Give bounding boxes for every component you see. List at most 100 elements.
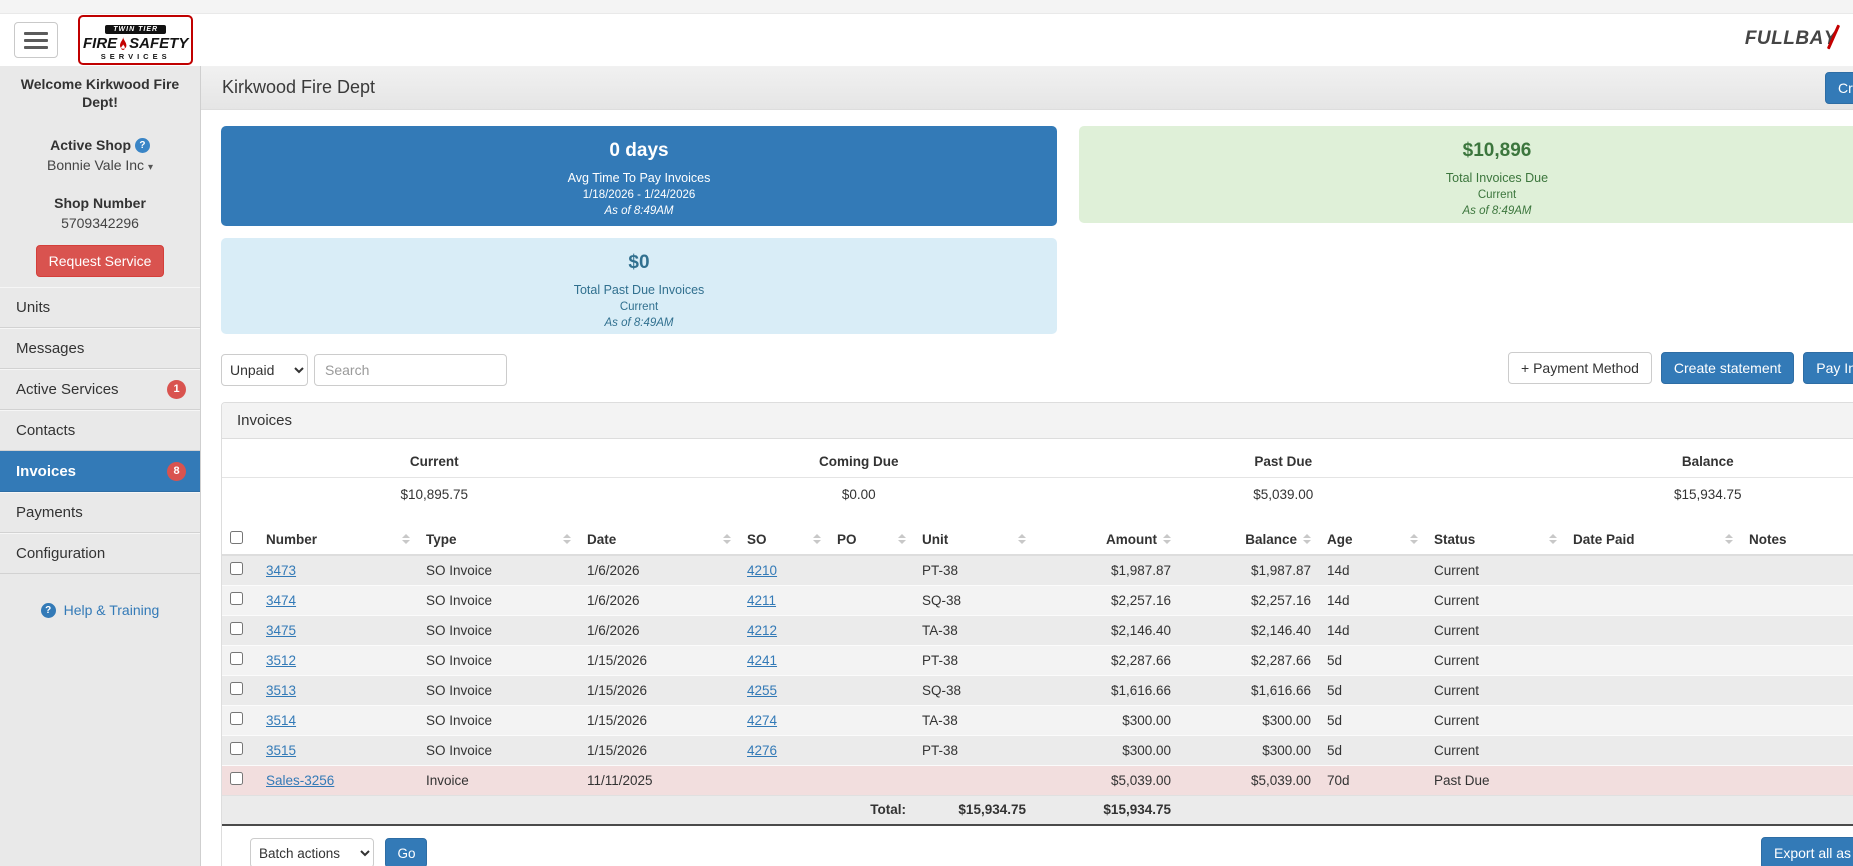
active-shop-help-icon[interactable]: ? [134,138,150,153]
summary-col-coming-due: Coming Due [646,445,1071,478]
stat-cards: 0 days Avg Time To Pay Invoices 1/18/202… [221,126,1853,334]
welcome-message: Welcome Kirkwood Fire Dept! [20,76,180,110]
sidebar-item-payments[interactable]: Payments [0,492,200,533]
invoice-number-cell: 3473 [258,555,418,585]
service-order-link[interactable]: 4241 [747,653,777,668]
search-input[interactable] [314,353,507,386]
active-shop-selector[interactable]: Bonnie Vale Inc ▾ [0,157,200,173]
column-header-date[interactable]: Date [579,524,739,556]
summary-past-due-value: $5,039.00 [1253,487,1314,502]
invoice-date-cell: 1/15/2026 [579,675,739,705]
active-shop-label: Active Shop ? [0,137,200,153]
app-header: TWIN TIER FIRE SAFETY SERVICES FULLBAY [0,14,1853,66]
column-header-type[interactable]: Type [418,524,579,556]
row-select-cell [222,735,258,765]
sidebar-item-active-services[interactable]: Active Services 1 [0,369,200,410]
total-empty-cell [222,794,258,826]
export-all-button-clipped[interactable]: Export all as . [1761,837,1853,866]
row-checkbox[interactable] [230,742,243,755]
total-status-cell [1319,794,1426,826]
sidebar-item-contacts[interactable]: Contacts [0,410,200,451]
row-checkbox[interactable] [230,652,243,665]
go-button[interactable]: Go [385,838,428,866]
column-header-notes[interactable]: Notes [1741,524,1853,556]
row-select-cell [222,585,258,615]
row-select-cell [222,765,258,795]
pay-invoices-button-clipped[interactable]: Pay Inv [1803,352,1853,384]
invoice-status-select[interactable]: Unpaid [221,353,308,386]
invoice-number-link[interactable]: Sales-3256 [266,773,334,788]
invoices-panel-title: Invoices [222,403,1853,439]
notes-cell [1741,645,1853,675]
select-all-checkbox[interactable] [230,531,243,544]
date-paid-cell [1565,675,1741,705]
filter-row: Unpaid + Payment Method Create statement… [221,352,1853,387]
date-paid-cell [1565,645,1741,675]
row-checkbox[interactable] [230,712,243,725]
column-header-status[interactable]: Status [1426,524,1565,556]
help-training-link[interactable]: ? Help & Training [0,602,200,618]
service-order-link[interactable]: 4274 [747,713,777,728]
total-amount-cell: $15,934.75 [914,794,1034,826]
create-button-clipped[interactable]: Cr [1825,72,1853,104]
row-checkbox[interactable] [230,592,243,605]
column-header-date-paid[interactable]: Date Paid [1565,524,1741,556]
request-service-button[interactable]: Request Service [36,245,164,277]
sidebar-item-messages[interactable]: Messages [0,328,200,369]
column-header-balance[interactable]: Balance [1179,524,1319,556]
total-empty-cell [418,794,579,826]
total-empty-cell [258,794,418,826]
brand-line1: TWIN TIER [105,25,167,34]
invoice-number-link[interactable]: 3515 [266,743,296,758]
help-icon: ? [40,603,56,618]
invoice-number-link[interactable]: 3514 [266,713,296,728]
invoice-row-3474: 3474 SO Invoice 1/6/2026 4211 SQ-38 $2,257.16… [222,585,1853,615]
age-cell: 14d [1319,615,1426,645]
status-cell: Current [1426,585,1565,615]
invoice-row-3512: 3512 SO Invoice 1/15/2026 4241 PT-38 $2,287.6… [222,645,1853,675]
sort-icon [892,534,906,544]
create-statement-button[interactable]: Create statement [1660,352,1795,384]
sidebar-item-configuration[interactable]: Configuration [0,533,200,574]
status-cell: Current [1426,615,1565,645]
service-order-link[interactable]: 4212 [747,623,777,638]
sidebar-item-invoices[interactable]: Invoices 8 [0,451,200,492]
service-order-cell: 4276 [739,735,829,765]
column-header-amount[interactable]: Amount [1034,524,1179,556]
service-order-link[interactable]: 4211 [747,593,776,608]
sidebar-item-units[interactable]: Units [0,287,200,328]
column-header-po[interactable]: PO [829,524,914,556]
invoice-number-link[interactable]: 3512 [266,653,296,668]
hamburger-menu-button[interactable] [14,22,58,58]
invoice-type-cell: SO Invoice [418,705,579,735]
row-checkbox[interactable] [230,682,243,695]
column-header-age[interactable]: Age [1319,524,1426,556]
column-header-so[interactable]: SO [739,524,829,556]
service-order-link[interactable]: 4255 [747,683,777,698]
add-payment-method-button[interactable]: + Payment Method [1508,352,1652,384]
invoice-number-link[interactable]: 3475 [266,623,296,638]
service-order-cell: 4274 [739,705,829,735]
invoice-number-link[interactable]: 3473 [266,563,296,578]
unit-cell: TA-38 [914,615,1034,645]
invoice-number-link[interactable]: 3513 [266,683,296,698]
column-header-number[interactable]: Number [258,524,418,556]
service-order-cell: 4210 [739,555,829,585]
invoice-type-cell: SO Invoice [418,675,579,705]
row-checkbox[interactable] [230,772,243,785]
row-checkbox[interactable] [230,562,243,576]
service-order-link[interactable]: 4276 [747,743,777,758]
balance-cell: $5,039.00 [1179,765,1319,795]
service-order-link[interactable]: 4210 [747,563,777,578]
invoice-row-3514: 3514 SO Invoice 1/15/2026 4274 TA-38 $300.00 $… [222,705,1853,735]
invoice-number-link[interactable]: 3474 [266,593,296,608]
twin-tier-fire-safety-logo: TWIN TIER FIRE SAFETY SERVICES [78,15,194,65]
row-checkbox[interactable] [230,622,243,635]
total-empty-cell [739,794,829,826]
notes-cell [1741,765,1853,795]
total-extra-cell [1741,794,1853,826]
sort-icon [717,534,731,544]
batch-actions-select[interactable]: Batch actions [250,838,374,866]
column-header-unit[interactable]: Unit [914,524,1034,556]
date-paid-cell [1565,735,1741,765]
